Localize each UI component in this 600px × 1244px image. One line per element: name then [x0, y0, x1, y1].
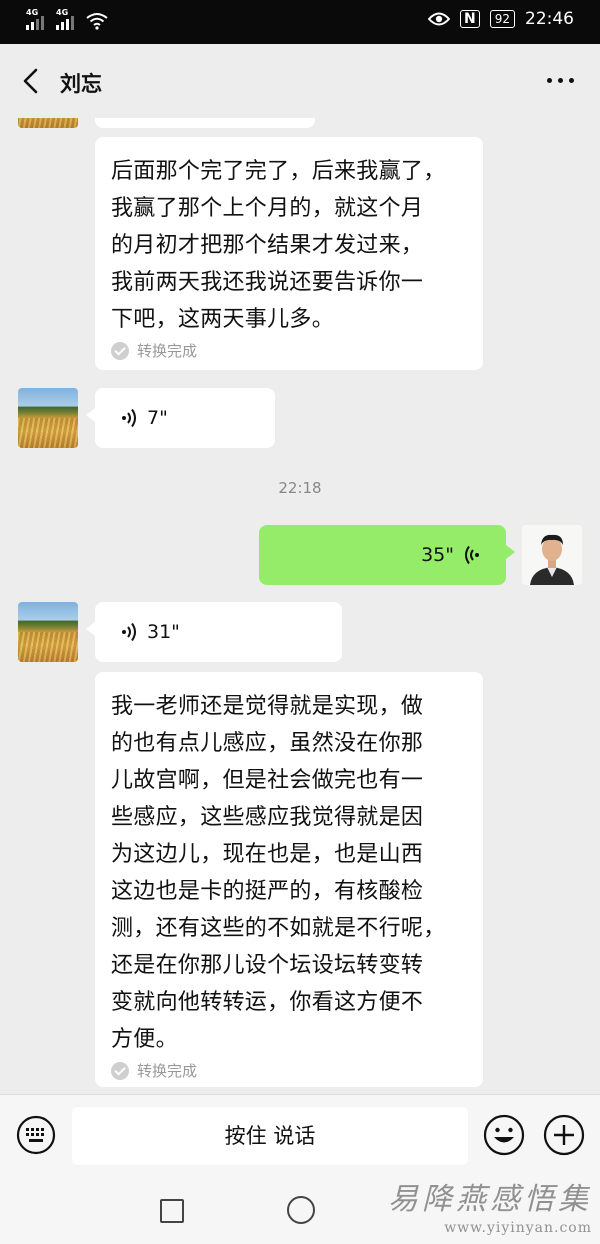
input-bar: 按住 说话	[0, 1094, 600, 1179]
emoji-icon[interactable]	[482, 1113, 526, 1157]
status-bar: 4G 4G N 92 22:46	[0, 0, 600, 44]
check-icon	[111, 1061, 129, 1080]
more-icon[interactable]	[547, 78, 574, 83]
watermark-text: 易降燕感悟集	[388, 1182, 592, 1217]
transcript-text: 我一老师还是觉得就是实现，做 的也有点儿感应，虽然没在你那 儿故宫啊，但是社会做…	[111, 694, 446, 1052]
chat-area[interactable]: 后面那个完了完了，后来我赢了， 我赢了那个上个月的，就这个月 的月初才把那个结果…	[0, 118, 600, 1094]
sim2-label: 4G	[56, 8, 69, 17]
transcript-status-label: 转换完成	[137, 1062, 198, 1080]
watermark: 易降燕感悟集 www.yiyinyan.com	[388, 1174, 592, 1236]
transcript-bubble[interactable]: 后面那个完了完了，后来我赢了， 我赢了那个上个月的，就这个月 的月初才把那个结果…	[95, 137, 483, 370]
transcript-status-label: 转换完成	[137, 342, 198, 360]
voice-message-self[interactable]: 35"	[259, 525, 515, 585]
transcript-status: 转换完成	[111, 340, 467, 361]
check-icon	[111, 341, 129, 360]
timestamp: 22:18	[278, 479, 322, 497]
clock: 22:46	[525, 9, 574, 29]
contact-name[interactable]: 刘忘	[60, 68, 102, 98]
eye-icon	[428, 12, 450, 26]
signal-icon-2: 4G	[56, 8, 74, 30]
transcript-bubble[interactable]: 我一老师还是觉得就是实现，做 的也有点儿感应，虽然没在你那 儿故宫啊，但是社会做…	[95, 672, 483, 1087]
battery-icon: 92	[489, 10, 515, 28]
person-icon	[522, 525, 582, 585]
avatar-self[interactable]	[522, 525, 582, 585]
plus-icon[interactable]	[542, 1113, 586, 1157]
home-icon[interactable]	[287, 1196, 315, 1224]
watermark-url: www.yiyinyan.com	[444, 1220, 592, 1236]
hold-to-talk-button[interactable]: 按住 说话	[72, 1107, 468, 1165]
avatar[interactable]	[18, 388, 78, 448]
message-bubble-cropped[interactable]	[95, 118, 315, 128]
signal-group: 4G 4G	[26, 8, 108, 30]
voice-wave-icon	[465, 545, 479, 565]
chat-header: 刘忘	[0, 44, 600, 118]
voice-message[interactable]: 31"	[86, 602, 342, 662]
avatar[interactable]	[18, 118, 78, 128]
sim1-label: 4G	[26, 8, 39, 17]
status-right: N 92 22:46	[428, 9, 574, 29]
recents-icon[interactable]	[160, 1199, 184, 1223]
nfc-icon: N	[460, 10, 480, 28]
avatar[interactable]	[18, 602, 78, 662]
voice-duration: 35"	[421, 544, 454, 566]
wifi-icon	[86, 13, 108, 30]
keyboard-icon[interactable]	[16, 1115, 56, 1155]
voice-duration: 31"	[147, 621, 180, 643]
voice-wave-icon	[122, 622, 136, 642]
voice-row: 31"	[121, 602, 180, 662]
system-nav-bar: 易降燕感悟集 www.yiyinyan.com	[0, 1178, 600, 1244]
voice-message[interactable]: 7"	[86, 388, 275, 448]
voice-wave-icon	[122, 408, 136, 428]
back-arrow-icon[interactable]	[18, 66, 46, 96]
transcript-text: 后面那个完了完了，后来我赢了， 我赢了那个上个月的，就这个月 的月初才把那个结果…	[111, 159, 446, 332]
voice-duration: 7"	[147, 407, 168, 429]
voice-row: 35"	[421, 525, 480, 585]
signal-icon: 4G	[26, 8, 44, 30]
transcript-status: 转换完成	[111, 1060, 467, 1081]
voice-row: 7"	[121, 388, 168, 448]
